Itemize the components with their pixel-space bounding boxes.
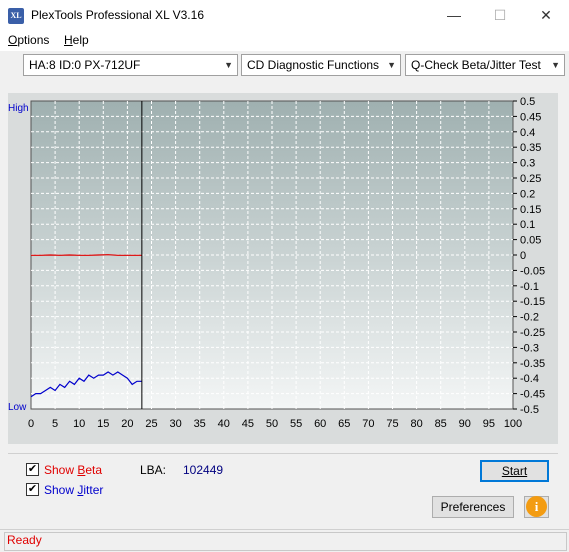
start-button[interactable]: Start [480,460,549,482]
y-tick-label: -0.05 [520,265,545,277]
y-tick-label: 0.4 [520,127,535,139]
info-button[interactable]: i [524,496,549,518]
menu-bar: Options Help [0,31,569,51]
x-tick-label: 95 [483,418,495,430]
info-icon: i [526,496,547,517]
menu-help-label: elp [72,33,89,47]
menu-options-mnemonic: O [8,33,18,47]
x-tick-label: 90 [459,418,471,430]
x-tick-label: 70 [362,418,374,430]
x-tick-label: 35 [194,418,206,430]
x-tick-label: 10 [73,418,85,430]
x-tick-label: 5 [52,418,58,430]
minimize-button[interactable]: — [431,0,477,31]
toolbar: HA:8 ID:0 PX-712UF ▼ CD Diagnostic Funct… [0,51,569,79]
x-tick-label: 75 [386,418,398,430]
x-tick-label: 45 [242,418,254,430]
show-beta-prefix: Show [44,463,78,477]
y-tick-label: -0.1 [520,281,539,293]
x-tick-label: 55 [290,418,302,430]
x-tick-label: 15 [97,418,109,430]
status-text: Ready [7,533,42,547]
window-title: PlexTools Professional XL V3.16 [31,8,204,22]
x-tick-label: 80 [410,418,422,430]
y-tick-label: 0.45 [520,111,541,123]
show-jitter-label[interactable]: Show Jitter [44,483,103,497]
y-tick-label: -0.35 [520,358,545,370]
show-beta-suffix: eta [85,463,103,477]
y-tick-label: -0.3 [520,342,539,354]
x-tick-label: 25 [145,418,157,430]
axis-high-label: High [8,103,29,114]
y-tick-label: -0.2 [520,312,539,324]
menu-options[interactable]: Options [8,33,49,47]
y-tick-label: 0.5 [520,96,535,108]
chart-panel: 0 5 10 15 20 25 30 35 40 45 50 55 60 65 70 75 80 85 90 95 10… [8,93,558,444]
y-tick-label: -0.4 [520,373,539,385]
y-tick-label: 0.15 [520,204,541,216]
menu-help[interactable]: Help [64,33,89,47]
chevron-down-icon: ▼ [224,60,233,70]
chevron-down-icon: ▼ [551,60,560,70]
status-bar: Ready [0,529,569,552]
test-select[interactable]: Q-Check Beta/Jitter Test ▼ [405,54,565,76]
x-tick-label: 20 [121,418,133,430]
show-beta-label[interactable]: Show Beta [44,463,102,477]
show-jitter-prefix: Show [44,483,78,497]
x-tick-label: 0 [28,418,34,430]
y-tick-label: 0.05 [520,235,541,247]
lba-label: LBA: [140,463,167,477]
maximize-button[interactable]: ☐ [477,0,523,31]
menu-options-label: ptions [17,33,50,47]
menu-help-mnemonic: H [64,33,73,47]
chevron-down-icon: ▼ [387,60,396,70]
y-tick-label: 0.1 [520,219,535,231]
x-tick-label: 85 [435,418,447,430]
y-tick-label: -0.45 [520,389,545,401]
separator [8,453,558,454]
lba-value: 102449 [183,463,224,477]
status-panel [4,532,567,551]
show-jitter-checkbox[interactable]: ✔ [26,483,39,496]
beta-series-line [31,254,142,256]
y-tick-label: 0.25 [520,173,541,185]
x-tick-label: 40 [218,418,230,430]
drive-select[interactable]: HA:8 ID:0 PX-712UF ▼ [23,54,238,76]
y-tick-label: -0.5 [520,404,539,416]
x-tick-label: 60 [314,418,326,430]
y-tick-label: 0 [520,250,526,262]
x-tick-label: 30 [169,418,181,430]
show-beta-checkbox[interactable]: ✔ [26,463,39,476]
y-tick-label: 0.35 [520,142,541,154]
plextools-xl-icon: XL [8,8,24,24]
title-bar: XL PlexTools Professional XL V3.16 — ☐ ✕ [0,0,569,31]
axis-low-label: Low [8,402,27,413]
y-tick-label: 0.2 [520,188,535,200]
y-tick-label: -0.25 [520,327,545,339]
x-tick-label: 100 [504,418,522,430]
y-tick-label: -0.15 [520,296,545,308]
drive-select-value: HA:8 ID:0 PX-712UF [29,58,141,72]
preferences-button[interactable]: Preferences [432,496,514,518]
test-select-value: Q-Check Beta/Jitter Test [411,58,541,72]
close-button[interactable]: ✕ [523,0,569,31]
x-tick-label: 65 [338,418,350,430]
x-tick-label: 50 [266,418,278,430]
y-tick-label: 0.3 [520,158,535,170]
beta-jitter-chart: 0 5 10 15 20 25 30 35 40 45 50 55 60 65 70 75 80 85 90 95 10… [8,96,545,430]
function-select-value: CD Diagnostic Functions [247,58,380,72]
function-select[interactable]: CD Diagnostic Functions ▼ [241,54,401,76]
show-jitter-suffix: itter [83,483,104,497]
start-button-label: Start [501,464,528,478]
